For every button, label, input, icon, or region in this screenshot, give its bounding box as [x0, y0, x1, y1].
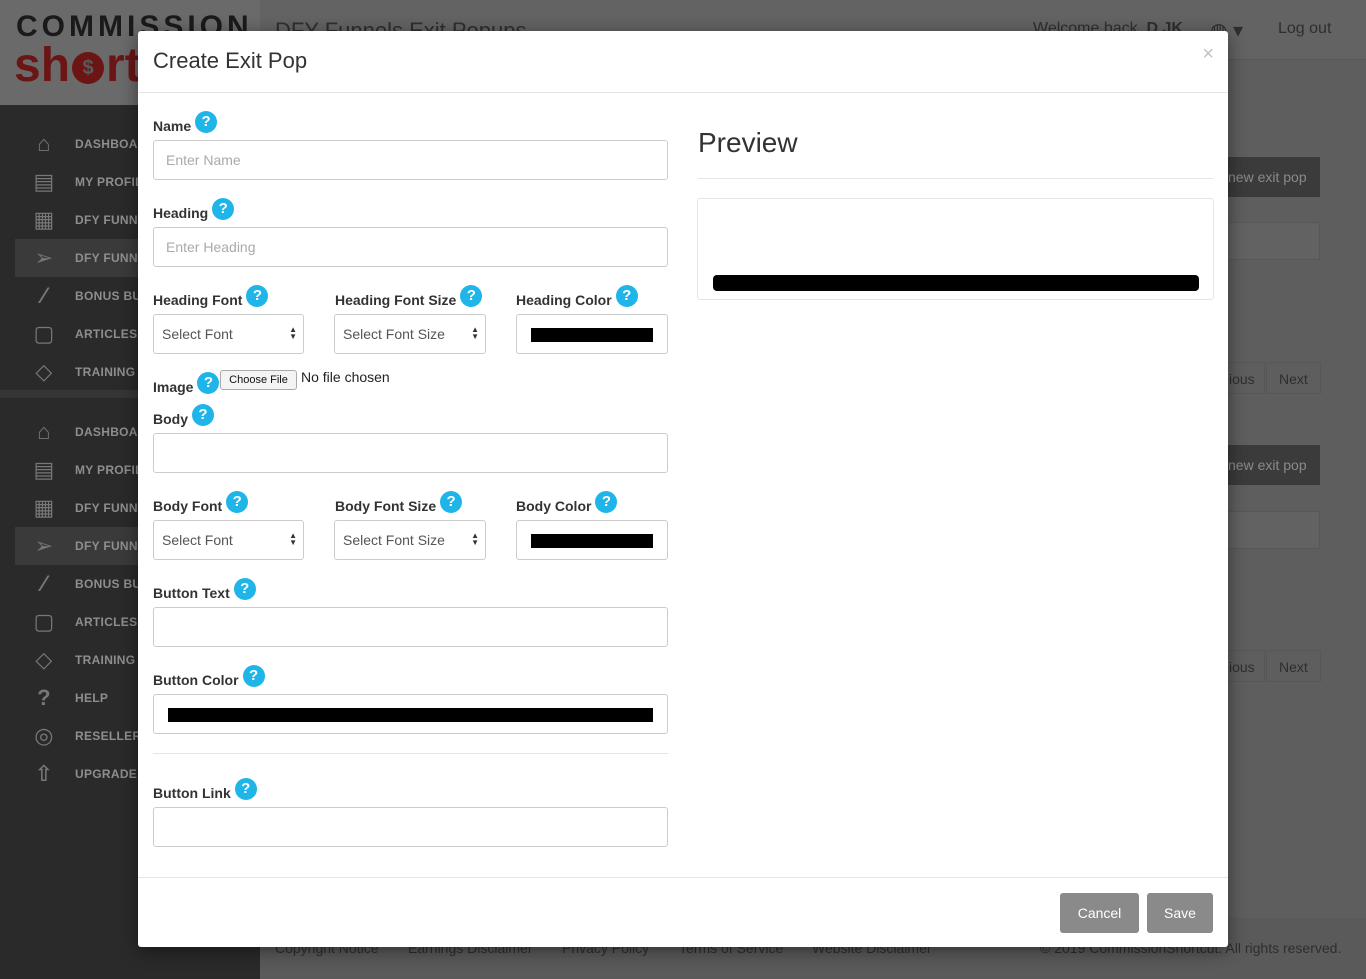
- magic-wand-icon: ⁄: [42, 571, 46, 596]
- rocket-icon: ⇧: [34, 761, 54, 786]
- search-input[interactable]: [1220, 511, 1320, 549]
- color-swatch: [531, 534, 653, 548]
- piggy-bank-icon: ◎: [34, 723, 54, 748]
- preview-divider: [698, 178, 1213, 179]
- help-icon[interactable]: ?: [242, 665, 265, 687]
- cancel-button[interactable]: Cancel: [1060, 893, 1139, 933]
- next-button[interactable]: Next: [1266, 362, 1321, 394]
- button-link-label: Button Link?: [153, 778, 257, 804]
- heading-color-input[interactable]: [516, 314, 668, 354]
- choose-file-button[interactable]: Choose File: [220, 370, 297, 390]
- image-label: Image?: [153, 372, 220, 398]
- new-exit-pop-button[interactable]: new exit pop: [1220, 445, 1320, 485]
- help-icon[interactable]: ?: [192, 404, 214, 426]
- home-icon: ⌂: [37, 131, 51, 156]
- graduation-cap-icon: ◇: [35, 359, 53, 384]
- heading-font-select[interactable]: Select Font ▲ ▼: [153, 314, 304, 354]
- gift-icon: ▦: [33, 495, 55, 520]
- next-button[interactable]: Next: [1266, 650, 1321, 682]
- button-link-input[interactable]: [153, 807, 668, 847]
- clipboard-icon: ▢: [33, 609, 55, 634]
- file-status-text: No file chosen: [301, 369, 390, 385]
- logo-bottom-text: sh $ rt: [14, 39, 141, 92]
- select-arrows-icon: ▲ ▼: [289, 531, 297, 547]
- color-swatch: [531, 328, 653, 342]
- modal-header: Create Exit Pop ×: [138, 31, 1228, 93]
- help-icon[interactable]: ?: [615, 285, 638, 307]
- clipboard-icon: ▢: [33, 321, 55, 346]
- select-arrows-icon: ▲ ▼: [289, 325, 297, 341]
- heading-input[interactable]: Enter Heading: [153, 227, 668, 267]
- help-icon[interactable]: ?: [226, 491, 249, 513]
- help-icon[interactable]: ?: [234, 778, 257, 800]
- body-label: Body?: [153, 404, 214, 430]
- dollar-coin-icon: $: [72, 52, 105, 85]
- heading-font-label: Heading Font?: [153, 285, 269, 311]
- help-icon[interactable]: ?: [212, 198, 235, 220]
- body-color-input[interactable]: [516, 520, 668, 560]
- search-input[interactable]: [1220, 222, 1320, 260]
- heading-label: Heading?: [153, 198, 235, 224]
- color-swatch: [168, 708, 653, 722]
- select-arrows-icon: ▲ ▼: [471, 325, 479, 341]
- button-color-label: Button Color?: [153, 665, 265, 691]
- heading-font-size-label: Heading Font Size?: [335, 285, 483, 311]
- save-button[interactable]: Save: [1147, 893, 1213, 933]
- help-icon[interactable]: ?: [595, 491, 618, 513]
- button-text-label: Button Text?: [153, 578, 256, 604]
- close-icon[interactable]: ×: [1202, 43, 1214, 66]
- send-icon: ➢: [34, 245, 54, 270]
- heading-color-label: Heading Color?: [516, 285, 638, 311]
- modal-title: Create Exit Pop: [153, 48, 308, 73]
- body-font-size-label: Body Font Size?: [335, 491, 463, 517]
- form-divider: [153, 753, 668, 754]
- body-font-size-select[interactable]: Select Font Size ▲ ▼: [334, 520, 486, 560]
- heading-font-size-select[interactable]: Select Font Size ▲ ▼: [334, 314, 486, 354]
- body-font-select[interactable]: Select Font ▲ ▼: [153, 520, 304, 560]
- help-icon[interactable]: ?: [233, 578, 256, 600]
- help-icon[interactable]: ?: [440, 491, 463, 513]
- preview-title: Preview: [698, 127, 798, 158]
- magic-wand-icon: ⁄: [42, 283, 46, 308]
- help-icon: ?: [37, 685, 51, 710]
- send-icon: ➢: [34, 533, 54, 558]
- graduation-cap-icon: ◇: [35, 647, 53, 672]
- profile-icon: ▤: [33, 169, 55, 194]
- logout-link[interactable]: Log out: [1278, 20, 1331, 38]
- button-color-input[interactable]: [153, 694, 668, 734]
- help-icon[interactable]: ?: [460, 285, 483, 307]
- modal-footer: Cancel Save: [138, 877, 1228, 947]
- home-icon: ⌂: [37, 419, 51, 444]
- help-icon[interactable]: ?: [246, 285, 269, 307]
- profile-icon: ▤: [33, 457, 55, 482]
- select-arrows-icon: ▲ ▼: [471, 531, 479, 547]
- help-icon[interactable]: ?: [195, 111, 218, 133]
- button-text-input[interactable]: [153, 607, 668, 647]
- create-exit-pop-modal: Create Exit Pop × Name? Enter Name Headi…: [138, 31, 1228, 947]
- gift-icon: ▦: [33, 207, 55, 232]
- name-label: Name?: [153, 111, 218, 137]
- preview-button: [713, 275, 1199, 291]
- body-input[interactable]: [153, 433, 668, 473]
- preview-box: [697, 198, 1214, 300]
- help-icon[interactable]: ?: [197, 372, 220, 394]
- body-color-label: Body Color?: [516, 491, 618, 517]
- body-font-label: Body Font?: [153, 491, 249, 517]
- new-exit-pop-button[interactable]: new exit pop: [1220, 157, 1320, 197]
- name-input[interactable]: Enter Name: [153, 140, 668, 180]
